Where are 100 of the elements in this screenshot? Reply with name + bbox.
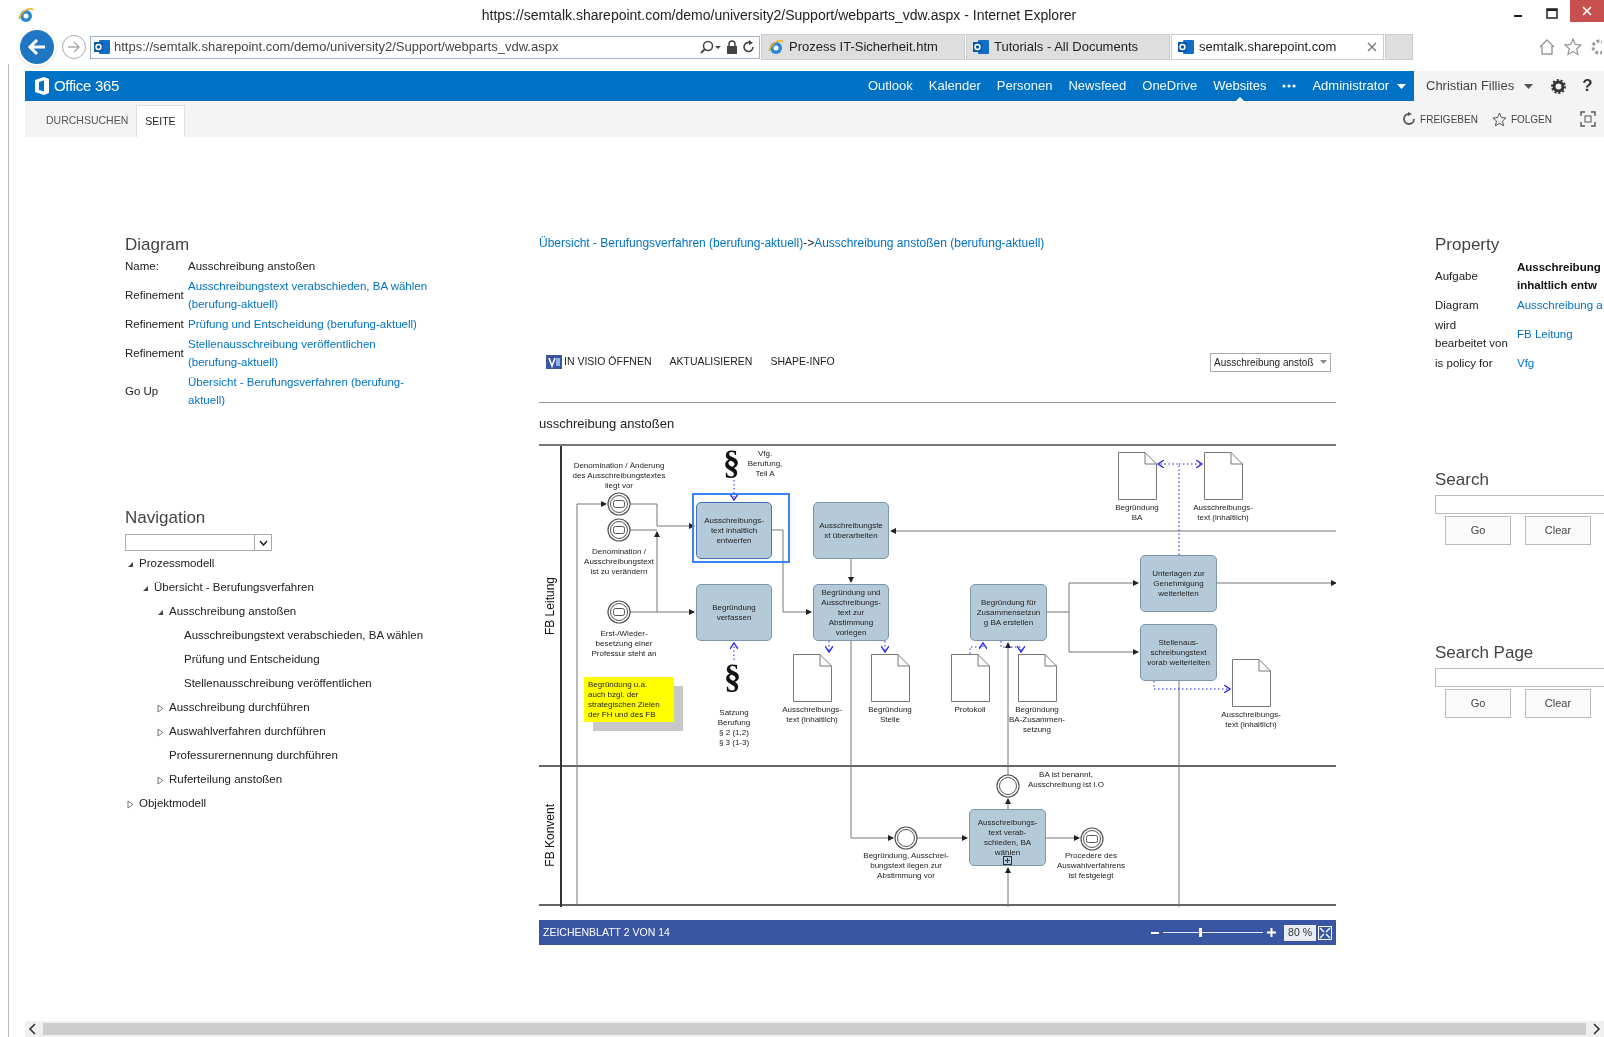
expanded-triangle-icon[interactable] xyxy=(127,560,134,568)
document-label: Begründung BA-Zusammen- setzung xyxy=(1008,705,1066,735)
tree-item[interactable]: Ausschreibungstext verabschieden, BA wählen xyxy=(184,627,424,645)
search-button[interactable]: Go xyxy=(1445,516,1511,545)
diagram-link[interactable]: Stellenausschreibung veröffentlichen (berufung-aktuell) xyxy=(188,335,428,371)
field-label: Name: xyxy=(125,259,160,274)
property-link[interactable]: Ausschreibung a xyxy=(1517,296,1603,314)
fit-to-window-icon[interactable] xyxy=(1318,925,1332,940)
settings-icon[interactable] xyxy=(1551,78,1567,94)
ribbon-action[interactable]: FREIGEBEN xyxy=(1402,111,1478,127)
tree-item[interactable]: Ausschreibung durchführen xyxy=(169,699,310,717)
collapsed-triangle-icon[interactable] xyxy=(157,775,164,785)
collapsed-triangle-icon[interactable] xyxy=(157,727,164,737)
browser-tab[interactable]: semtalk.sharepoint.com xyxy=(1171,34,1384,60)
ribbon-tab[interactable]: DURCHSUCHEN xyxy=(38,105,137,137)
zoom-in-icon[interactable] xyxy=(1267,928,1277,937)
tree-item[interactable]: Auswahlverfahren durchführen xyxy=(169,723,326,741)
user-name[interactable]: Christian Fillies xyxy=(1426,76,1515,96)
close-button[interactable] xyxy=(1570,0,1604,22)
tree-item[interactable]: Prozessmodell xyxy=(139,555,215,573)
breadcrumb-separator: -> xyxy=(803,235,815,252)
property-label: Aufgabe xyxy=(1435,269,1479,284)
search-icon[interactable] xyxy=(700,40,722,54)
property-label: Diagram xyxy=(1435,298,1480,313)
document-icon xyxy=(1232,659,1271,707)
diagram-link[interactable]: Übersicht - Berufungsverfahren (berufung-aktuell) xyxy=(188,373,428,409)
caret-icon[interactable] xyxy=(1524,83,1534,89)
admin-menu[interactable]: Administrator xyxy=(1304,71,1414,101)
document-icon xyxy=(871,654,910,702)
search-button[interactable]: Go xyxy=(1445,689,1511,718)
document-icon xyxy=(1018,654,1057,702)
suite-link[interactable]: Newsfeed xyxy=(1060,71,1135,101)
diagram-link[interactable]: Ausschreibungstext verabschieden, BA wählen (berufung-aktuell) xyxy=(188,277,428,313)
collapsed-triangle-icon[interactable] xyxy=(127,799,134,809)
suite-link[interactable]: Outlook xyxy=(859,71,921,101)
lock-icon xyxy=(726,40,738,54)
property-link[interactable]: Vfg xyxy=(1517,354,1535,372)
suite-link[interactable]: Personen xyxy=(988,71,1061,101)
task-shape: Ausschreibungs- text verab- schieden, BA wählen xyxy=(969,809,1046,866)
expanded-triangle-icon[interactable] xyxy=(157,608,164,616)
task-shape: Ausschreibungs- text inhaltlich entwerfen xyxy=(696,502,772,559)
close-tab-icon[interactable] xyxy=(1367,42,1377,52)
site-icon xyxy=(94,39,110,55)
star-icon[interactable] xyxy=(1564,38,1582,56)
ribbon-action[interactable]: FOLGEN xyxy=(1491,111,1552,127)
tree-item[interactable]: Professurernennung durchführen xyxy=(169,747,338,765)
close-icon xyxy=(1582,6,1592,16)
event-label: Denomination / Änderung des Ausschreibungstextes liegt vor xyxy=(571,461,667,491)
search-button[interactable]: Clear xyxy=(1525,516,1591,545)
property-link[interactable]: FB Leitung xyxy=(1517,325,1573,343)
document-icon xyxy=(951,654,990,702)
toolbar-button[interactable]: IN VISIO ÖFFNEN xyxy=(546,354,652,370)
event-label: Denomination / Ausschreibungstext ist zu verändern xyxy=(583,547,655,577)
address-field[interactable]: https://semtalk.sharepoint.com/demo/university2/Support/webparts_vdw.aspx xyxy=(90,35,760,59)
diagram-title: usschreibung anstoßen xyxy=(539,414,675,433)
tree-item[interactable]: Objektmodell xyxy=(139,795,207,813)
breadcrumb-link[interactable]: Übersicht - Berufungsverfahren (berufung-aktuell) xyxy=(539,234,804,252)
focus-icon[interactable] xyxy=(1580,111,1596,127)
caret-icon xyxy=(1397,83,1406,89)
ribbon-tab[interactable]: SEITE xyxy=(136,105,185,137)
back-arrow-icon xyxy=(27,38,47,56)
scrollbar-thumb[interactable] xyxy=(43,1023,1586,1035)
site-icon xyxy=(973,39,989,55)
toolbar-button[interactable]: AKTUALISIEREN xyxy=(669,354,753,370)
browser-tab[interactable]: Prozess IT-Sicherheit.htm xyxy=(761,34,965,60)
expanded-triangle-icon[interactable] xyxy=(142,584,149,592)
page-select[interactable]: Ausschreibung anstoß xyxy=(1210,352,1331,372)
search-button[interactable]: Clear xyxy=(1525,689,1591,718)
browser-tab[interactable]: Tutorials - All Documents xyxy=(966,34,1170,60)
tree-item[interactable]: Übersicht - Berufungsverfahren xyxy=(154,579,314,597)
event-label: Begründung, Ausschrei- bungstext liegen zur Abstimmung vor xyxy=(862,851,950,881)
task-shape: Begründung verfassen xyxy=(696,584,772,641)
back-button[interactable] xyxy=(18,28,56,66)
document-label: Ausschreibungs- text (inhaltlich) xyxy=(1192,503,1254,523)
zoom-slider-thumb[interactable] xyxy=(1198,928,1202,937)
office-logo-icon xyxy=(34,77,50,95)
suite-link[interactable]: Kalender xyxy=(920,71,989,101)
caret-icon xyxy=(1320,360,1327,364)
tree-item[interactable]: Stellenausschreibung veröffentlichen xyxy=(184,675,372,693)
browser-logo-icon xyxy=(18,7,34,23)
suite-link[interactable]: OneDrive xyxy=(1134,71,1206,101)
help-icon[interactable]: ? xyxy=(1582,73,1593,99)
tree-item[interactable]: Prüfung und Entscheidung xyxy=(184,651,320,669)
event-label: Procedere des Auswahlverfahrens ist festgelegt xyxy=(1055,851,1126,881)
tree-item[interactable]: Ausschreibung anstoßen xyxy=(169,603,297,621)
diagram-link[interactable]: Prüfung und Entscheidung (berufung-aktuell) xyxy=(188,315,428,333)
field-label: Refinement xyxy=(125,317,185,332)
breadcrumb-link[interactable]: Ausschreibung anstoßen (berufung-aktuell) xyxy=(814,234,1045,252)
zoom-slider[interactable] xyxy=(1163,927,1264,938)
collapsed-triangle-icon[interactable] xyxy=(157,703,164,713)
horizontal-scrollbar[interactable] xyxy=(25,1021,1604,1037)
lane-label: FB Konvent xyxy=(542,804,558,867)
chevron-down-icon xyxy=(258,539,268,546)
tree-item[interactable]: Ruferteilung anstoßen xyxy=(169,771,283,789)
refresh-icon[interactable] xyxy=(742,40,756,54)
task-shape: Ausschreibungste xt überarbeiten xyxy=(813,502,889,559)
toolbar-button[interactable]: SHAPE-INFO xyxy=(770,354,835,370)
plus-icon xyxy=(1003,856,1012,865)
home-icon[interactable] xyxy=(1538,38,1556,56)
field-label: Go Up xyxy=(125,384,160,399)
